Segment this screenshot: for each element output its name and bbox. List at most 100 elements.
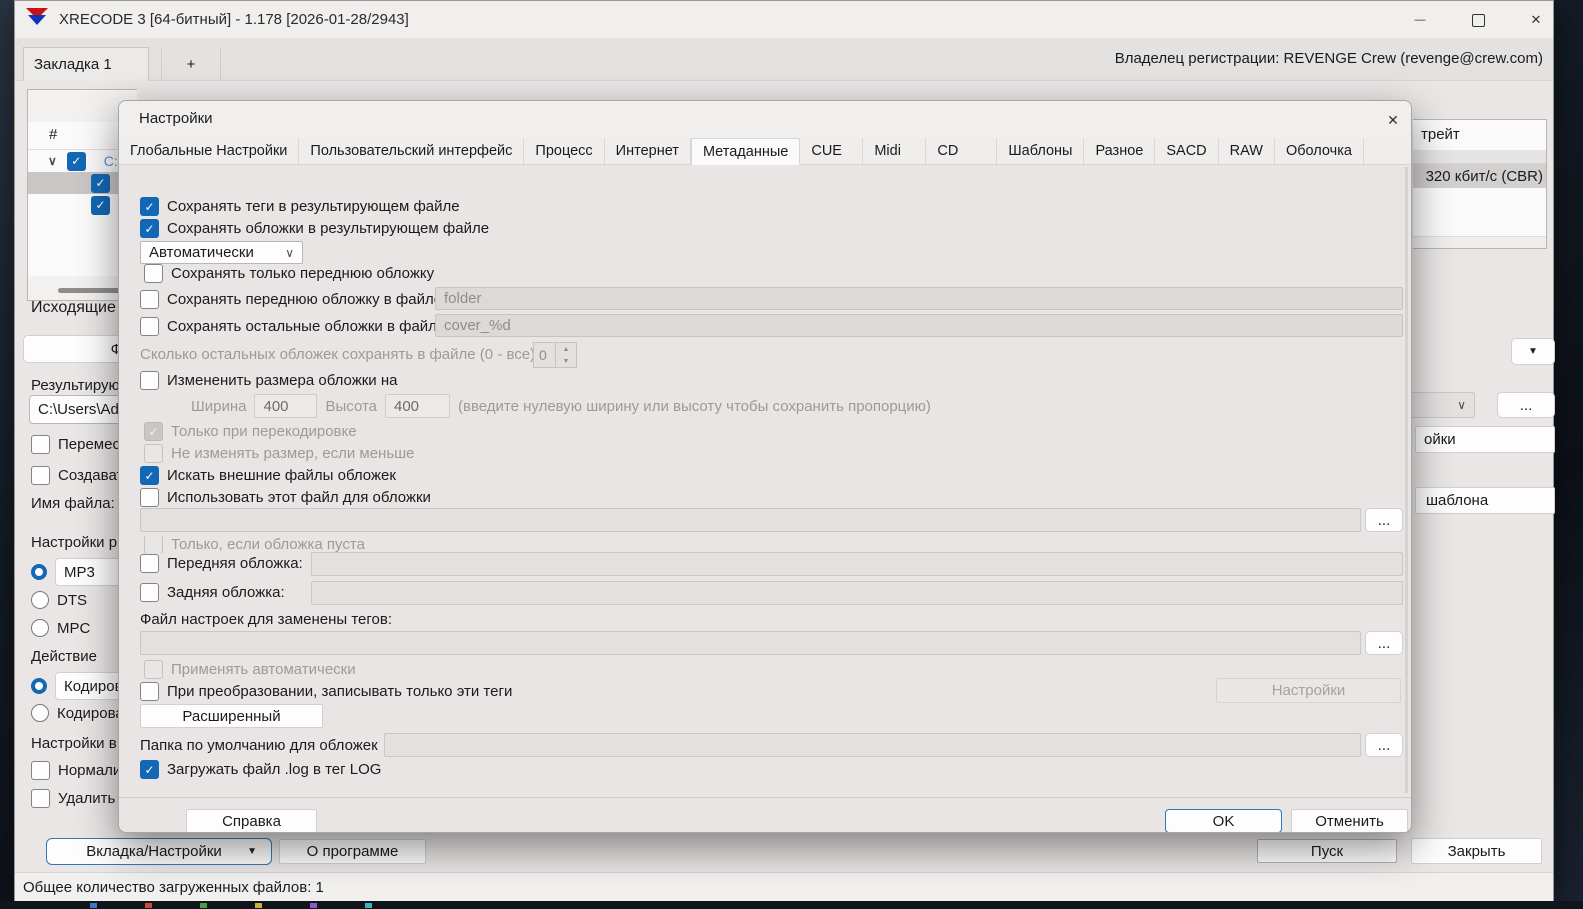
tab-ui[interactable]: Пользовательский интерфейс — [299, 138, 525, 164]
dialog-content-scrollbar[interactable] — [1405, 167, 1408, 793]
tab-sacd[interactable]: SACD — [1155, 138, 1219, 164]
only-if-empty-checkbox-row[interactable]: Только, если обложка пуста — [144, 536, 365, 553]
radio[interactable] — [31, 678, 47, 694]
close-button[interactable]: ✕ — [1513, 5, 1559, 35]
only-front-checkbox-row[interactable]: Сохранять только переднюю обложку — [144, 264, 434, 283]
front-file-checkbox-row[interactable]: Сохранять переднюю обложку в файле — [140, 290, 442, 309]
about-button[interactable]: О программе — [279, 839, 426, 864]
tab-cd[interactable]: CD — [926, 138, 998, 164]
tab-cue[interactable]: CUE — [800, 138, 864, 164]
use-file-checkbox-row[interactable]: Использовать этот файл для обложки — [140, 488, 431, 507]
other-file-input[interactable]: cover_%d — [435, 314, 1403, 337]
format-dts-radio-row[interactable]: DTS — [31, 591, 87, 609]
bitrate-column-header[interactable]: трейт — [1421, 126, 1460, 143]
default-cover-folder-input[interactable] — [384, 733, 1361, 757]
checkbox[interactable]: ✓ — [140, 760, 159, 779]
no-resize-smaller-checkbox-row[interactable]: Не изменять размер, если меньше — [144, 444, 415, 463]
workspace-tab[interactable]: Закладка 1 — [23, 47, 149, 81]
checkbox[interactable] — [140, 488, 159, 507]
checkbox[interactable] — [140, 290, 159, 309]
expander-icon[interactable]: ∨ — [48, 154, 57, 168]
browse-right-button[interactable]: ... — [1497, 392, 1555, 418]
row-checkbox[interactable]: ✓ — [66, 151, 86, 171]
back-cover-checkbox-row[interactable]: Задняя обложка: — [140, 583, 285, 602]
browse-default-folder-button[interactable]: ... — [1365, 733, 1403, 757]
resize-checkbox-row[interactable]: Измененить размера обложки на — [140, 371, 397, 390]
settings-partial-button[interactable]: ойки — [1415, 426, 1555, 453]
cover-file-input[interactable] — [140, 508, 1361, 532]
front-file-input[interactable]: folder — [435, 287, 1403, 310]
preset-dropdown-button[interactable]: ▼ — [1511, 338, 1555, 365]
minimize-button[interactable]: — — [1397, 5, 1443, 35]
browse-cover-file-button[interactable]: ... — [1365, 508, 1403, 532]
front-cover-input[interactable] — [311, 552, 1403, 576]
radio[interactable] — [31, 704, 49, 722]
cover-mode-select[interactable]: Автоматически ∨ — [140, 241, 303, 264]
tab-midi[interactable]: Midi — [863, 138, 927, 164]
front-cover-checkbox-row[interactable]: Передняя обложка: — [140, 554, 303, 573]
normalize-checkbox-row[interactable]: Нормализ — [31, 761, 128, 780]
radio[interactable] — [31, 564, 47, 580]
tab-raw[interactable]: RAW — [1219, 138, 1275, 164]
save-covers-checkbox-row[interactable]: ✓ Сохранять обложки в результирующем фай… — [140, 219, 489, 238]
checkbox[interactable] — [140, 682, 159, 701]
cancel-button[interactable]: Отменить — [1291, 809, 1408, 832]
ok-button[interactable]: OK — [1165, 809, 1282, 832]
template-partial-button[interactable]: шаблона — [1415, 487, 1555, 514]
checkbox[interactable] — [140, 583, 159, 602]
checkbox[interactable]: ✓ — [140, 197, 159, 216]
load-log-checkbox-row[interactable]: ✓ Загружать файл .log в тег LOG — [140, 760, 381, 779]
checkbox[interactable] — [31, 466, 50, 485]
apply-auto-checkbox-row[interactable]: Применять автоматически — [144, 660, 356, 679]
row-checkbox[interactable]: ✓ — [91, 195, 110, 215]
write-only-tags-checkbox-row[interactable]: При преобразовании, записывать только эт… — [140, 682, 512, 701]
column-number[interactable]: # — [49, 126, 57, 143]
new-tab-button[interactable]: + — [161, 47, 221, 81]
tab-process[interactable]: Процесс — [524, 138, 605, 164]
checkbox[interactable]: ✓ — [140, 219, 159, 238]
advanced-button[interactable]: Расширенный — [140, 704, 323, 728]
dialog-close-button[interactable]: ✕ — [1377, 106, 1409, 134]
bitrate-selected-row[interactable]: 320 кбит/с (CBR) — [1413, 164, 1546, 188]
spinner-up-icon[interactable]: ▲ — [556, 343, 576, 355]
start-button[interactable]: Пуск — [1257, 839, 1397, 863]
tab-global[interactable]: Глобальные Настройки — [119, 138, 300, 164]
checkbox[interactable]: ✓ — [140, 466, 159, 485]
save-tags-checkbox-row[interactable]: ✓ Сохранять теги в результирующем файле — [140, 197, 460, 216]
tab-templates[interactable]: Шаблоны — [997, 138, 1085, 164]
tab-settings-button[interactable]: Вкладка/Настройки ▼ — [46, 838, 272, 865]
checkbox[interactable] — [140, 371, 159, 390]
back-cover-input[interactable] — [311, 581, 1403, 605]
tab-misc[interactable]: Разное — [1084, 138, 1156, 164]
checkbox[interactable] — [31, 435, 50, 454]
format-mpc-radio-row[interactable]: MPC — [31, 619, 90, 637]
other-file-checkbox-row[interactable]: Сохранять остальные обложки в файле: — [140, 317, 449, 336]
checkbox[interactable] — [140, 554, 159, 573]
search-external-checkbox-row[interactable]: ✓ Искать внешние файлы обложек — [140, 466, 396, 485]
tags-settings-button[interactable]: Настройки — [1216, 678, 1401, 703]
tab-shell[interactable]: Оболочка — [1275, 138, 1364, 164]
only-recode-checkbox-row[interactable]: ✓ Только при перекодировке — [144, 422, 357, 441]
radio[interactable] — [31, 591, 49, 609]
checkbox[interactable] — [31, 789, 50, 808]
move-checkbox-row[interactable]: Перемест — [31, 435, 127, 454]
width-input[interactable]: 400 — [254, 394, 318, 418]
remove-checkbox-row[interactable]: Удалить т — [31, 789, 126, 808]
height-input[interactable]: 400 — [385, 394, 450, 418]
tag-file-input[interactable] — [140, 631, 1361, 655]
checkbox[interactable] — [140, 317, 159, 336]
help-button[interactable]: Справка — [186, 809, 317, 832]
tab-metadata[interactable]: Метаданные — [690, 138, 801, 165]
maximize-button[interactable] — [1455, 5, 1501, 35]
right-combo[interactable]: ∨ — [1405, 392, 1475, 418]
row-checkbox[interactable]: ✓ — [91, 173, 110, 193]
browse-tag-file-button[interactable]: ... — [1365, 631, 1403, 655]
checkbox[interactable] — [144, 264, 163, 283]
create-checkbox-row[interactable]: Создават — [31, 466, 123, 485]
radio[interactable] — [31, 619, 49, 637]
tab-internet[interactable]: Интернет — [605, 138, 691, 164]
spinner-down-icon[interactable]: ▼ — [556, 355, 576, 367]
checkbox[interactable] — [31, 761, 50, 780]
close-app-button[interactable]: Закрыть — [1411, 838, 1542, 864]
covers-count-spinner[interactable]: 0 ▲ ▼ — [533, 342, 577, 368]
